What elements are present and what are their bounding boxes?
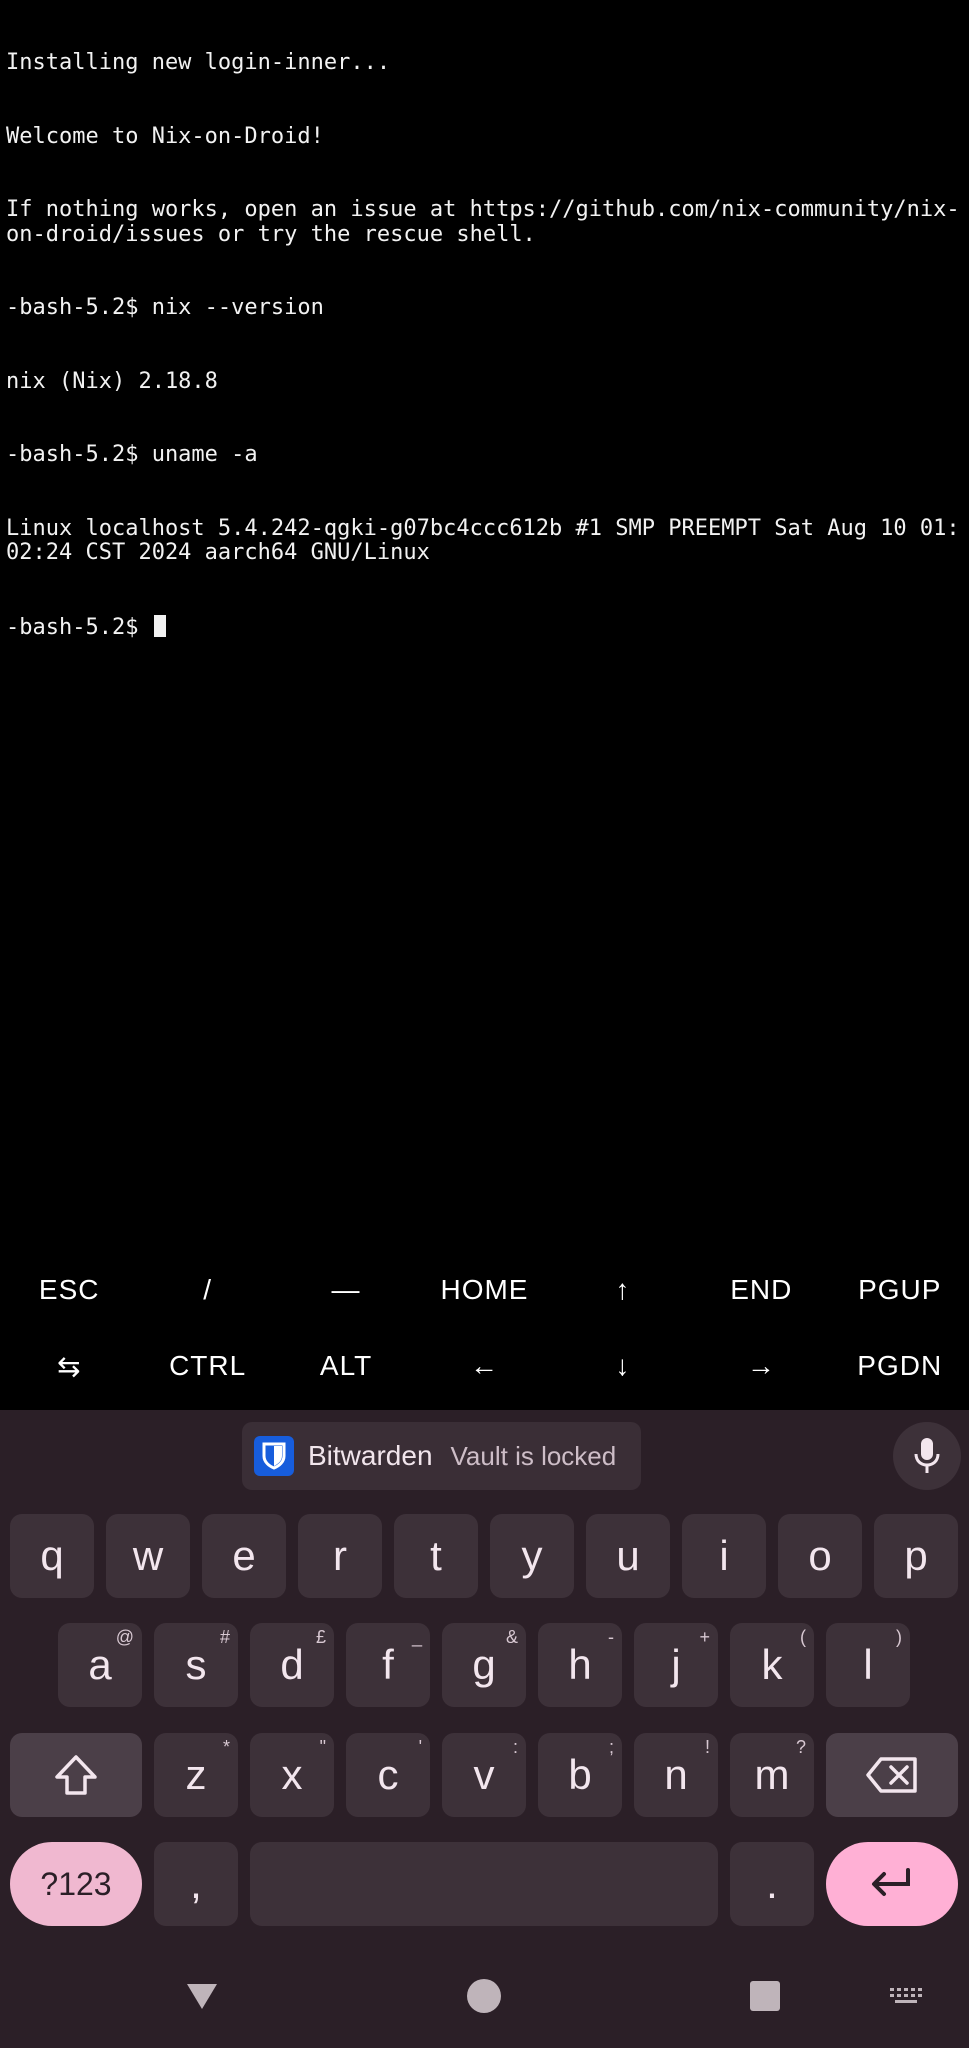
- back-button[interactable]: [170, 1944, 234, 2048]
- home-button[interactable]: [452, 1944, 516, 2048]
- terminal-line: Welcome to Nix-on-Droid!: [6, 123, 324, 149]
- key-w[interactable]: w: [106, 1514, 190, 1598]
- keyboard-switch-button[interactable]: [880, 1944, 932, 2048]
- shift-icon: [55, 1755, 97, 1795]
- arrow-right-key[interactable]: →: [692, 1331, 830, 1401]
- terminal-prompt: -bash-5.2$: [6, 614, 152, 640]
- key-x[interactable]: x ": [250, 1733, 334, 1817]
- terminal-output[interactable]: Installing new login-inner... Welcome to…: [0, 0, 969, 1245]
- vault-status: Vault is locked: [450, 1440, 617, 1471]
- home-circle-icon: [467, 1979, 501, 2013]
- key-g[interactable]: g &: [442, 1623, 526, 1707]
- suggestion-bar: Bitwarden Vault is locked: [0, 1410, 969, 1510]
- pgdn-key[interactable]: PGDN: [831, 1331, 969, 1401]
- key-q[interactable]: q: [10, 1514, 94, 1598]
- arrow-down-key[interactable]: ↓: [554, 1331, 692, 1401]
- extra-keys-row-1: ESC / — HOME ↑ END PGUP: [0, 1255, 969, 1325]
- key-n[interactable]: n!: [634, 1733, 718, 1817]
- terminal-line: -bash-5.2$ uname -a: [6, 442, 258, 467]
- key-b[interactable]: b;: [538, 1733, 622, 1817]
- arrow-left-key[interactable]: ←: [415, 1331, 553, 1401]
- comma-key[interactable]: ,: [154, 1842, 238, 1926]
- backspace-icon: [866, 1757, 917, 1793]
- terminal-line: nix (Nix) 2.18.8: [6, 368, 218, 394]
- shift-key[interactable]: [10, 1733, 142, 1817]
- key-e[interactable]: e: [202, 1514, 286, 1598]
- terminal-line: If nothing works, open an issue at https…: [6, 197, 960, 247]
- key-y[interactable]: y: [490, 1514, 574, 1598]
- alt-key[interactable]: ALT: [277, 1331, 415, 1401]
- end-key[interactable]: END: [692, 1255, 830, 1325]
- key-i[interactable]: i: [682, 1514, 766, 1598]
- key-t[interactable]: t: [394, 1514, 478, 1598]
- extra-keys-row-2: ⇆ CTRL ALT ← ↓ → PGDN: [0, 1331, 969, 1401]
- bitwarden-shield-icon: [254, 1436, 294, 1476]
- space-bar[interactable]: [250, 1842, 718, 1926]
- key-h[interactable]: h-: [538, 1623, 622, 1707]
- bitwarden-autofill-chip[interactable]: Bitwarden Vault is locked: [242, 1422, 641, 1490]
- terminal-prompt-line: -bash-5.2$: [6, 614, 963, 641]
- back-triangle-icon: [187, 1984, 217, 2009]
- voice-input-button[interactable]: [893, 1422, 961, 1490]
- backspace-key[interactable]: [826, 1733, 958, 1817]
- key-f[interactable]: f _: [346, 1623, 430, 1707]
- enter-icon: [872, 1868, 910, 1896]
- key-d[interactable]: d £: [250, 1623, 334, 1707]
- bitwarden-name: Bitwarden: [308, 1440, 433, 1471]
- terminal-line: Installing new login-inner...: [6, 50, 391, 75]
- system-nav-bar: [0, 1944, 969, 2048]
- key-k[interactable]: k(: [730, 1623, 814, 1707]
- home-key[interactable]: HOME: [415, 1255, 553, 1325]
- key-l[interactable]: l): [826, 1623, 910, 1707]
- dash-key[interactable]: —: [277, 1255, 415, 1325]
- period-key[interactable]: .: [730, 1842, 814, 1926]
- key-v[interactable]: v:: [442, 1733, 526, 1817]
- ctrl-key[interactable]: CTRL: [138, 1331, 276, 1401]
- key-z[interactable]: z *: [154, 1733, 238, 1817]
- enter-key[interactable]: [826, 1842, 958, 1926]
- key-o[interactable]: o: [778, 1514, 862, 1598]
- key-s[interactable]: s #: [154, 1623, 238, 1707]
- arrow-up-key[interactable]: ↑: [554, 1255, 692, 1325]
- terminal-line: -bash-5.2$ nix --version: [6, 295, 324, 320]
- symbols-key[interactable]: ?123: [10, 1842, 142, 1926]
- key-p[interactable]: p: [874, 1514, 958, 1598]
- tab-key[interactable]: ⇆: [0, 1331, 138, 1401]
- key-a[interactable]: a @: [58, 1623, 142, 1707]
- terminal-cursor: [153, 614, 166, 637]
- slash-key[interactable]: /: [138, 1255, 276, 1325]
- terminal-line: Linux localhost 5.4.242-qgki-g07bc4ccc61…: [6, 515, 960, 565]
- key-j[interactable]: j +: [634, 1623, 718, 1707]
- key-c[interactable]: c ': [346, 1733, 430, 1817]
- recents-square-icon: [750, 1981, 780, 2011]
- key-r[interactable]: r: [298, 1514, 382, 1598]
- key-m[interactable]: m?: [730, 1733, 814, 1817]
- pgup-key[interactable]: PGUP: [831, 1255, 969, 1325]
- extra-keys-bar: ESC / — HOME ↑ END PGUP ⇆ CTRL ALT ← ↓ →…: [0, 1255, 969, 1410]
- esc-key[interactable]: ESC: [0, 1255, 138, 1325]
- recents-button[interactable]: [733, 1944, 797, 2048]
- microphone-icon: [914, 1438, 940, 1473]
- key-u[interactable]: u: [586, 1514, 670, 1598]
- keyboard-icon: [890, 1988, 922, 2003]
